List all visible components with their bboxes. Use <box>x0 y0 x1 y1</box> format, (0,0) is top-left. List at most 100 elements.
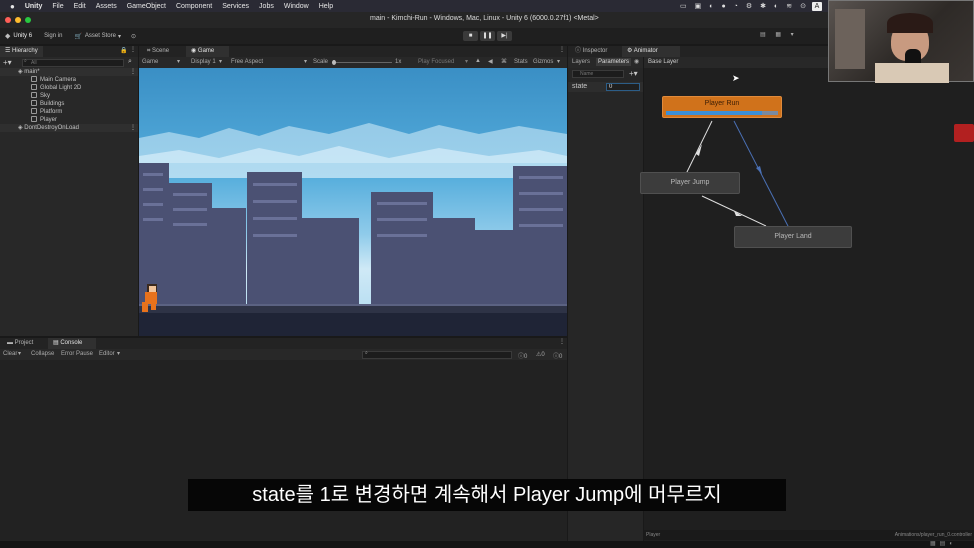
state-progress-bar <box>666 111 778 115</box>
gizmos-button[interactable]: Gizmos <box>533 59 553 65</box>
sign-in-button[interactable]: Sign in <box>44 33 62 39</box>
hierarchy-item[interactable]: Sky <box>0 92 138 100</box>
game-scene-art <box>139 123 567 336</box>
tab-scene[interactable]: ⌗ Scene <box>142 46 174 57</box>
menu-gameobject[interactable]: GameObject <box>127 3 166 10</box>
display-dropdown[interactable]: Display 1 <box>191 59 216 65</box>
collapse-button[interactable]: Collapse <box>31 351 54 357</box>
filter-icon[interactable]: ⌕ <box>128 58 132 66</box>
tab-inspector[interactable]: ⓘ Inspector <box>570 46 612 57</box>
tab-hierarchy[interactable]: ☰ Hierarchy <box>0 46 43 57</box>
gameobject-icon <box>31 92 37 99</box>
more-menu-icon[interactable]: ⋮ <box>559 338 565 345</box>
lock-icon[interactable]: 🔒 <box>120 47 127 54</box>
apple-icon[interactable]: ● <box>10 2 15 11</box>
eye-icon[interactable]: ◉ <box>634 58 639 65</box>
speaker-icon[interactable]: ◀ <box>488 58 493 65</box>
history-icon[interactable]: ⊙ <box>131 33 136 40</box>
menu-component[interactable]: Component <box>176 3 212 10</box>
more-menu-icon[interactable]: ⋮ <box>130 46 136 53</box>
state-progress-fill <box>666 111 763 115</box>
pause-button[interactable]: ❚❚ <box>480 31 495 41</box>
state-label: Player Jump <box>670 179 710 186</box>
editor-dropdown[interactable]: Editor <box>99 351 115 357</box>
scene-menu-icon[interactable]: ⋮ <box>130 68 136 76</box>
menu-file[interactable]: File <box>52 3 63 10</box>
menu-window[interactable]: Window <box>284 3 309 10</box>
platform-edge <box>139 304 567 306</box>
hierarchy-item[interactable]: Main Camera <box>0 76 138 84</box>
gameobject-icon <box>31 84 37 91</box>
param-value-field[interactable] <box>606 83 640 91</box>
toolbar-right-icons[interactable]: ▤ ▦ ▾ <box>760 31 798 38</box>
clear-button[interactable]: Clear <box>3 351 17 357</box>
animator-graph-panel[interactable]: ⚙ Animator Base Layer Player Run Player … <box>622 46 974 541</box>
param-search-input[interactable] <box>572 70 624 78</box>
asset-store-button[interactable]: Asset Store <box>85 33 116 39</box>
log-count-toggle[interactable]: ⓘ0 <box>553 351 562 360</box>
step-button[interactable]: ▶| <box>497 31 512 41</box>
more-menu-icon[interactable]: ⋮ <box>559 46 565 53</box>
tab-console[interactable]: ▤ Console <box>48 338 96 349</box>
hierarchy-search-row: +▾ ⌕ ⌕ <box>0 58 138 68</box>
error-count: 0 <box>524 354 528 360</box>
footer-object-name: Player <box>646 532 661 538</box>
play-focused-dropdown[interactable]: Play Focused <box>418 59 454 65</box>
error-pause-button[interactable]: Error Pause <box>61 351 93 357</box>
menu-help[interactable]: Help <box>319 3 333 10</box>
add-icon[interactable]: +▾ <box>3 58 12 67</box>
add-param-icon[interactable]: +▾ <box>629 69 638 78</box>
tab-scene-label: Scene <box>152 48 170 54</box>
game-viewport[interactable] <box>139 68 567 336</box>
param-row-state[interactable]: state <box>568 82 643 92</box>
scale-slider[interactable] <box>332 60 392 65</box>
chevron-down-icon: ▾ <box>557 59 561 65</box>
game-toolbar: Game ▾ Display 1 ▾ Free Aspect ▾ Scale 1… <box>139 57 567 68</box>
chevron-down-icon: ▾ <box>177 59 181 65</box>
console-search-input[interactable] <box>362 351 512 359</box>
shortcut-icon[interactable]: ⌘ <box>501 58 507 65</box>
tab-project[interactable]: ▬ Project <box>2 338 38 349</box>
tab-game[interactable]: ◉ Game <box>186 46 229 57</box>
project-name[interactable]: Unity 6 <box>13 33 32 39</box>
parameters-tab[interactable]: Parameters <box>596 58 632 66</box>
hierarchy-item[interactable]: Buildings <box>0 100 138 108</box>
warning-count-toggle[interactable]: ⚠0 <box>536 351 545 358</box>
menu-edit[interactable]: Edit <box>74 3 86 10</box>
minimize-window-button[interactable] <box>15 17 21 23</box>
input-source-indicator[interactable]: A <box>812 1 822 11</box>
mute-audio-icon[interactable]: ▲ <box>475 58 481 64</box>
play-button[interactable]: ■ <box>463 31 478 41</box>
zoom-window-button[interactable] <box>25 17 31 23</box>
layers-tab[interactable]: Layers <box>572 59 590 65</box>
close-window-button[interactable] <box>5 17 11 23</box>
tab-project-label: Project <box>14 340 34 346</box>
state-player-jump[interactable]: Player Jump <box>640 172 740 194</box>
dontdestroy-label: DontDestroyOnLoad <box>24 125 79 131</box>
param-name: state <box>572 83 588 90</box>
scene-menu-icon[interactable]: ⋮ <box>130 124 136 132</box>
menu-assets[interactable]: Assets <box>96 3 117 10</box>
menu-app-name[interactable]: Unity <box>25 3 43 10</box>
list-icon: ☰ <box>5 48 13 54</box>
menu-services[interactable]: Services <box>222 3 249 10</box>
scene-row-dontdestroy[interactable]: ◈ DontDestroyOnLoad ⋮ <box>0 124 138 132</box>
error-count-toggle[interactable]: ⓘ0 <box>518 351 527 360</box>
hierarchy-item[interactable]: Global Light 2D <box>0 84 138 92</box>
scale-slider-handle[interactable] <box>332 60 336 65</box>
stats-button[interactable]: Stats <box>514 59 528 65</box>
state-player-run[interactable]: Player Run <box>662 96 782 118</box>
scene-row-main[interactable]: ◈ main* ⋮ <box>0 68 138 76</box>
display-mode-dropdown[interactable]: Game <box>142 59 158 65</box>
hierarchy-item[interactable]: Platform <box>0 108 138 116</box>
hierarchy-item[interactable]: Player <box>0 116 138 124</box>
search-icon: ⌕ <box>365 350 368 356</box>
hierarchy-panel: ☰ Hierarchy 🔒 ⋮ +▾ ⌕ ⌕ ◈ main*⋮ Main Cam… <box>0 46 138 336</box>
state-player-land[interactable]: Player Land <box>734 226 852 248</box>
offscreen-state-node[interactable] <box>954 124 974 142</box>
menu-jobs[interactable]: Jobs <box>259 3 274 10</box>
hierarchy-search-input[interactable] <box>22 59 124 67</box>
chevron-down-icon: ▾ <box>117 351 121 357</box>
aspect-dropdown[interactable]: Free Aspect <box>231 59 263 65</box>
chevron-down-icon: ▾ <box>219 59 223 65</box>
